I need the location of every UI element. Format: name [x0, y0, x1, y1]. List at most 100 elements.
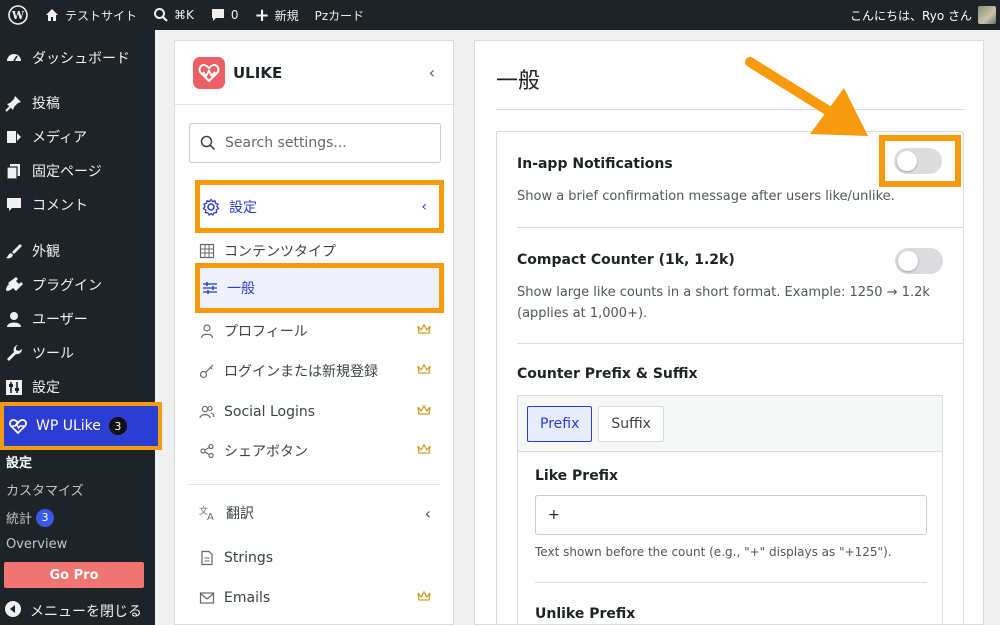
nav-item-profile[interactable]: プロフィール: [199, 313, 439, 349]
mail-icon: [199, 592, 215, 604]
collapse-icon: [4, 600, 22, 622]
menu-item-media[interactable]: メディア: [0, 120, 155, 154]
compact-counter-title: Compact Counter (1k, 1.2k): [517, 252, 735, 268]
crown-icon: [417, 363, 431, 379]
menu-item-settings[interactable]: 設定: [0, 370, 155, 404]
plugin-icon: [4, 275, 24, 295]
menu-item-users[interactable]: ユーザー: [0, 302, 155, 336]
settings-main-panel: 一般 In-app Notifications Show a brief con…: [474, 40, 984, 625]
nav-item-strings[interactable]: Strings: [199, 540, 439, 576]
inapp-notifications-desc: Show a brief confirmation message after …: [517, 189, 895, 204]
inapp-notifications-toggle[interactable]: [894, 148, 942, 174]
like-prefix-input[interactable]: +: [535, 495, 927, 535]
divider: [517, 227, 963, 228]
collapse-menu-button[interactable]: メニューを閉じる: [4, 600, 142, 622]
go-pro-button[interactable]: Go Pro: [4, 562, 144, 588]
search-icon: [200, 135, 216, 151]
chevron-left-icon: ‹: [424, 503, 431, 523]
gear-icon: [202, 197, 220, 216]
tab-bar: Prefix Suffix: [518, 396, 942, 452]
page-title: 一般: [496, 69, 541, 94]
pz-card-link[interactable]: Pzカード: [307, 0, 373, 30]
share-icon: [200, 443, 214, 459]
search-settings-input[interactable]: Search settings...: [189, 123, 441, 163]
submenu-overview[interactable]: Overview: [6, 537, 67, 552]
submenu-stats[interactable]: 統計 3: [6, 508, 55, 527]
annotation-arrow-icon: [745, 57, 868, 136]
comment-icon: [4, 195, 24, 215]
heart-wave-icon: [8, 416, 28, 436]
menu-item-wp-ulike[interactable]: WP ULike 3: [0, 402, 162, 450]
greeting: こんにちは、Ryo さん: [850, 8, 972, 23]
unlike-prefix-label: Unlike Prefix: [535, 606, 636, 622]
toggle-knob: [898, 251, 918, 271]
svg-text:W: W: [11, 9, 25, 22]
translate-icon: 文A: [199, 505, 214, 521]
nav-item-general[interactable]: 一般: [195, 263, 444, 313]
wrench-icon: [4, 343, 24, 363]
tab-suffix[interactable]: Suffix: [598, 405, 664, 442]
pz-card-label: Pzカード: [314, 8, 365, 23]
pin-icon: [4, 93, 24, 113]
inapp-toggle-highlight: [879, 135, 961, 187]
comments-count: 0: [230, 8, 239, 22]
pages-icon: [4, 161, 24, 181]
new-label: 新規: [274, 8, 299, 23]
users-icon: [199, 405, 215, 419]
admin-menu: ダッシュボード 投稿 メディア 固定ページ コメント 外観 プラグイン ユーザー…: [0, 30, 162, 625]
new-content-button[interactable]: + 新規: [247, 0, 307, 30]
crown-icon: [417, 590, 431, 606]
nav-item-login[interactable]: ログインまたは新規登録: [199, 353, 439, 389]
menu-item-comments[interactable]: コメント: [0, 188, 155, 222]
shortcut-label: ⌘K: [174, 8, 194, 22]
divider: [189, 484, 441, 485]
nav-item-share-buttons[interactable]: シェアボタン: [199, 433, 439, 469]
dashboard-icon: [4, 48, 24, 68]
ulike-logo-icon: [193, 56, 225, 89]
search-icon: [154, 8, 168, 22]
avatar: [978, 6, 996, 24]
nav-group-settings[interactable]: 設定 ‹: [195, 180, 444, 233]
nav-item-social-logins[interactable]: Social Logins: [199, 394, 439, 430]
nav-item-emails[interactable]: Emails: [199, 580, 439, 616]
chevron-left-icon: ‹: [421, 198, 427, 215]
crown-icon: [417, 443, 431, 459]
account-menu[interactable]: こんにちは、Ryo さん: [850, 6, 1000, 24]
like-prefix-desc: Text shown before the count (e.g., "+" d…: [535, 545, 892, 559]
settings-icon: [4, 377, 24, 397]
collapse-sidebar-icon[interactable]: ‹: [429, 63, 435, 82]
submenu-settings[interactable]: 設定: [6, 452, 32, 471]
update-badge: 3: [108, 417, 127, 435]
menu-item-pages[interactable]: 固定ページ: [0, 154, 155, 188]
like-prefix-label: Like Prefix: [535, 468, 619, 484]
brand-name: ULIKE: [233, 63, 283, 82]
comments-link[interactable]: 0: [202, 0, 247, 30]
site-name-link[interactable]: テストサイト: [36, 0, 145, 30]
tab-prefix[interactable]: Prefix: [527, 405, 593, 442]
inapp-notifications-title: In-app Notifications: [517, 156, 673, 172]
settings-sidebar: ULIKE ‹ Search settings... 設定 ‹ コンテンツタイプ…: [174, 40, 454, 625]
command-palette-button[interactable]: ⌘K: [145, 0, 202, 30]
stats-badge: 3: [36, 508, 55, 527]
site-name: テストサイト: [65, 8, 138, 23]
prefix-suffix-title: Counter Prefix & Suffix: [517, 366, 698, 382]
submenu-customize[interactable]: カスタマイズ: [6, 480, 84, 499]
menu-item-plugins[interactable]: プラグイン: [0, 268, 155, 302]
menu-item-posts[interactable]: 投稿: [0, 86, 155, 120]
search-placeholder: Search settings...: [225, 135, 347, 151]
nav-group-translation[interactable]: 文A 翻訳 ‹: [199, 495, 439, 531]
divider: [517, 343, 963, 344]
user-icon: [200, 324, 214, 339]
compact-counter-desc-line1: Show large like counts in a short format…: [517, 285, 930, 300]
wordpress-logo-icon[interactable]: W: [0, 0, 36, 30]
menu-item-appearance[interactable]: 外観: [0, 234, 155, 268]
menu-item-tools[interactable]: ツール: [0, 336, 155, 370]
compact-counter-toggle[interactable]: [895, 248, 943, 274]
sliders-icon: [203, 282, 217, 294]
key-icon: [199, 364, 214, 379]
comment-icon: [211, 9, 224, 21]
menu-item-dashboard[interactable]: ダッシュボード: [0, 41, 155, 75]
brush-icon: [4, 241, 24, 261]
document-icon: [201, 550, 213, 566]
home-icon: [46, 9, 58, 21]
